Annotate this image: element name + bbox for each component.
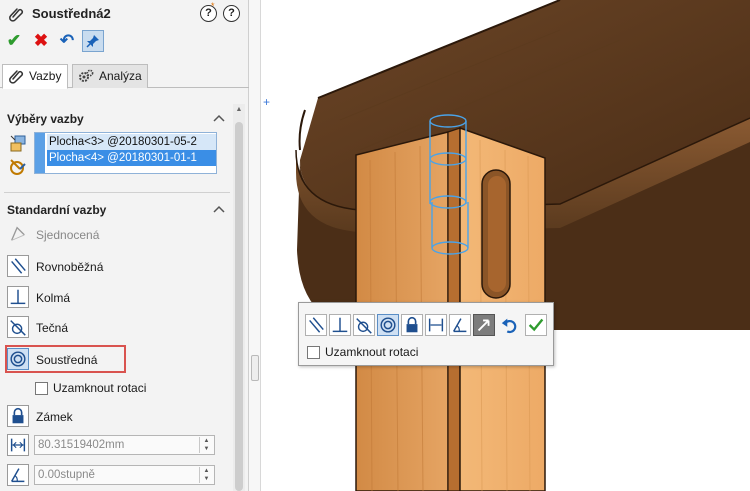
mate-angle[interactable]	[7, 464, 37, 488]
distance-spinner[interactable]: ▲ ▼	[199, 437, 213, 453]
angle-icon[interactable]	[449, 314, 471, 336]
selection-faces-icon	[10, 135, 26, 152]
spin-up-icon[interactable]: ▲	[200, 467, 213, 475]
tab-label: Vazby	[29, 69, 62, 83]
distance-input[interactable]: 80.31519402mm ▲ ▼	[34, 435, 215, 455]
undo-icon[interactable]	[499, 314, 521, 336]
mate-lock[interactable]: Zámek	[7, 405, 222, 429]
parallel-icon	[7, 255, 29, 277]
mate-concentric[interactable]: Soustředná	[7, 348, 222, 372]
graphics-viewport[interactable]	[262, 0, 750, 491]
lock-rotation-label: Uzamknout rotaci	[53, 381, 147, 395]
parallel-icon[interactable]	[305, 314, 327, 336]
scrollbar-thumb[interactable]	[235, 122, 243, 491]
angle-input[interactable]: 0.00stupně ▲ ▼	[34, 465, 215, 485]
panel-splitter[interactable]	[249, 0, 261, 491]
mate-distance[interactable]	[7, 434, 37, 458]
slot-inner	[488, 176, 506, 292]
ok-button[interactable]: ✔	[3, 30, 25, 52]
action-row: ✔ ✖ ↶	[0, 28, 249, 56]
mate-label: Soustředná	[36, 353, 98, 367]
concentric-icon[interactable]	[377, 314, 399, 336]
selections-header: Výběry vazby	[7, 112, 84, 126]
tab-vazby[interactable]: Vazby	[2, 64, 68, 89]
tangent-icon	[7, 316, 29, 338]
mate-tangent[interactable]: Tečná	[7, 316, 222, 340]
undo-button[interactable]: ↶	[56, 30, 78, 52]
concentric-icon	[7, 348, 29, 370]
angle-value: 0.00stupně	[38, 469, 95, 481]
selection-item[interactable]: Plocha<3> @20180301-05-2	[47, 134, 216, 150]
spin-down-icon[interactable]: ▼	[200, 475, 213, 483]
section-divider	[4, 192, 230, 193]
model-scene[interactable]	[262, 0, 750, 491]
mate-label: Kolmá	[36, 291, 71, 305]
tangent-icon[interactable]	[353, 314, 375, 336]
angle-spinner[interactable]: ▲ ▼	[199, 467, 213, 483]
angle-icon	[7, 464, 29, 486]
lock-icon[interactable]	[401, 314, 423, 336]
ok-icon[interactable]	[525, 314, 547, 336]
mate-label: Tečná	[36, 321, 69, 335]
property-manager-panel: Soustředná2 ? * ? ✔ ✖ ↶ Vazby Analýza Vý…	[0, 0, 249, 491]
mate-coincident[interactable]: Sjednocená	[7, 223, 222, 247]
mate-parallel[interactable]: Rovnoběžná	[7, 255, 222, 279]
perpendicular-icon	[7, 286, 29, 308]
panel-scrollbar[interactable]: ▲	[233, 104, 245, 491]
mate-label: Sjednocená	[36, 228, 100, 242]
help-badge-icon: *	[211, 1, 215, 11]
distance-icon[interactable]	[425, 314, 447, 336]
pushpin-icon	[86, 35, 99, 48]
collapse-icon[interactable]	[213, 204, 225, 214]
context-lock-rotation[interactable]: Uzamknout rotaci	[307, 345, 507, 361]
paperclip-icon	[9, 70, 24, 84]
tab-analyza[interactable]: Analýza	[72, 64, 148, 88]
context-mate-toolbar: Uzamknout rotaci	[298, 302, 554, 366]
standard-mates-header: Standardní vazby	[7, 203, 107, 217]
page-title: Soustředná2	[32, 6, 111, 21]
pin-button[interactable]	[82, 30, 104, 52]
distance-icon	[7, 434, 29, 456]
scroll-up-icon[interactable]: ▲	[233, 104, 245, 116]
coincident-icon	[11, 226, 25, 241]
cancel-button[interactable]: ✖	[30, 30, 52, 52]
mate-wizard-icon[interactable]	[8, 157, 28, 177]
gears-icon	[79, 69, 94, 82]
selections-list-marker	[35, 133, 45, 173]
spin-down-icon[interactable]: ▼	[200, 445, 213, 453]
panel-content: Výběry vazby Plocha<3> @20180301-05-2 Pl…	[0, 100, 232, 491]
splitter-grip-icon[interactable]	[251, 355, 259, 381]
title-row: Soustředná2 ? * ?	[0, 0, 249, 28]
tab-label: Analýza	[99, 69, 142, 83]
context-lock-rotation-label: Uzamknout rotaci	[325, 345, 419, 359]
paperclip-icon	[9, 8, 24, 22]
mate-label: Rovnoběžná	[36, 260, 104, 274]
help-2-icon[interactable]: ?	[223, 5, 240, 22]
lock-icon	[7, 405, 29, 427]
tab-bar: Vazby Analýza	[0, 62, 249, 89]
context-lock-rotation-checkbox[interactable]	[307, 346, 320, 359]
origin-marker-icon: +	[263, 95, 271, 109]
mate-label: Zámek	[36, 410, 73, 424]
distance-value: 80.31519402mm	[38, 439, 125, 451]
mate-perpendicular[interactable]: Kolmá	[7, 286, 222, 310]
flip-alignment-icon[interactable]	[473, 314, 495, 336]
selection-item-selected[interactable]: Plocha<4> @20180301-01-1	[47, 150, 216, 166]
collapse-icon[interactable]	[213, 113, 225, 123]
perpendicular-icon[interactable]	[329, 314, 351, 336]
lock-rotation-checkbox[interactable]	[35, 382, 48, 395]
spin-up-icon[interactable]: ▲	[200, 437, 213, 445]
